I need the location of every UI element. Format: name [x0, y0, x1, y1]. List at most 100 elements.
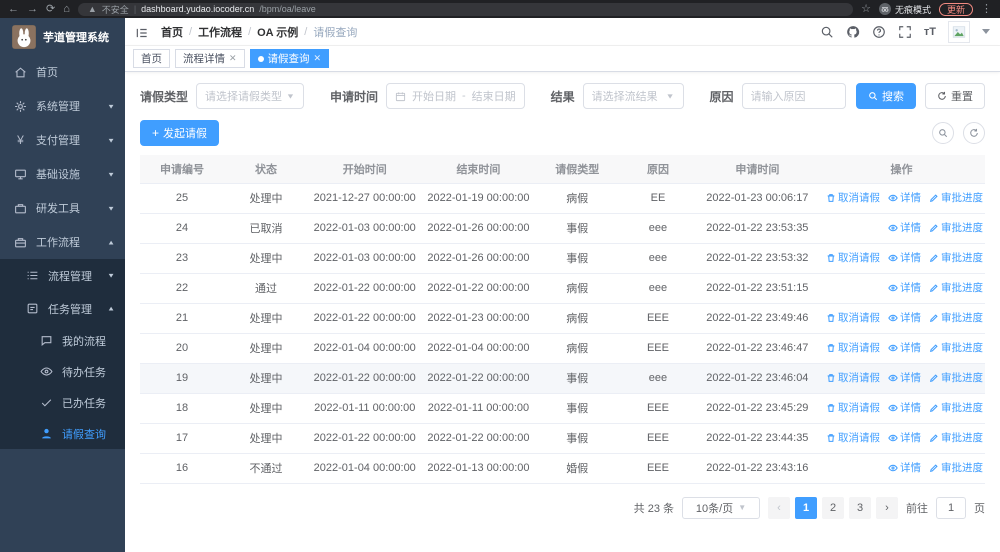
page-button-1[interactable]: 1 — [795, 496, 817, 519]
prev-page-button[interactable]: ‹ — [768, 496, 790, 519]
cancel-leave-link[interactable]: 取消请假 — [826, 250, 880, 265]
check-icon — [40, 396, 53, 409]
detail-link[interactable]: 详情 — [888, 220, 921, 235]
next-page-button[interactable]: › — [876, 496, 898, 519]
cancel-leave-link[interactable]: 取消请假 — [826, 190, 880, 205]
cancel-leave-link[interactable]: 取消请假 — [826, 400, 880, 415]
eye-icon — [888, 194, 898, 201]
security-warning-icon[interactable]: ▲ — [88, 4, 97, 14]
sidebar-item-done-tasks[interactable]: 已办任务 — [0, 387, 125, 418]
table-cell-原因: eee — [619, 273, 697, 304]
detail-link[interactable]: 详情 — [888, 430, 921, 445]
detail-link[interactable]: 详情 — [888, 310, 921, 325]
browser-forward-icon[interactable]: → — [27, 3, 38, 15]
approval-progress-link[interactable]: 审批进度 — [929, 250, 983, 265]
sidebar-item-system[interactable]: 系统管理 ▼ — [0, 89, 125, 123]
browser-menu-icon[interactable]: ⋮ — [981, 3, 992, 15]
detail-link[interactable]: 详情 — [888, 250, 921, 265]
page-button-2[interactable]: 2 — [822, 496, 844, 519]
refresh-table-button[interactable] — [963, 122, 985, 144]
detail-link[interactable]: 详情 — [888, 460, 921, 475]
reset-button[interactable]: 重置 — [925, 83, 985, 109]
table-cell-申请编号: 19 — [140, 363, 225, 394]
detail-link[interactable]: 详情 — [888, 340, 921, 355]
approval-progress-link[interactable]: 审批进度 — [929, 430, 983, 445]
tag-process-detail[interactable]: 流程详情 ✕ — [175, 49, 245, 68]
incognito-icon — [878, 3, 891, 15]
sidebar-item-task-management[interactable]: 任务管理 ▲ — [0, 292, 125, 325]
detail-link[interactable]: 详情 — [888, 280, 921, 295]
leave-type-select[interactable]: 请选择请假类型 ▼ — [196, 83, 304, 109]
sidebar-item-todo-tasks[interactable]: 待办任务 — [0, 356, 125, 387]
avatar[interactable] — [948, 20, 970, 43]
table-cell-结束时间: 2022-01-22 00:00:00 — [421, 423, 536, 454]
approval-progress-link[interactable]: 审批进度 — [929, 340, 983, 355]
approval-progress-link[interactable]: 审批进度 — [929, 190, 983, 205]
table-cell-申请时间: 2022-01-22 23:53:35 — [696, 213, 818, 244]
sidebar-collapse-icon[interactable] — [135, 26, 149, 38]
close-icon[interactable]: ✕ — [314, 53, 322, 64]
table-row: 16 不通过 2022-01-04 00:00:00 2022-01-13 00:00… — [140, 453, 985, 484]
browser-back-icon[interactable]: ← — [8, 3, 19, 15]
breadcrumb-item-oa-example[interactable]: OA 示例 — [257, 24, 298, 40]
sidebar-item-workflow[interactable]: 工作流程 ▲ — [0, 225, 125, 259]
detail-link[interactable]: 详情 — [888, 370, 921, 385]
cancel-leave-link[interactable]: 取消请假 — [826, 370, 880, 385]
create-leave-button[interactable]: + 发起请假 — [140, 120, 220, 146]
toggle-search-button[interactable] — [932, 122, 954, 144]
table-row: 19 处理中 2022-01-22 00:00:00 2022-01-22 00:00… — [140, 363, 985, 394]
browser-update-button[interactable]: 更新 — [938, 2, 973, 16]
cancel-leave-link[interactable]: 取消请假 — [826, 310, 880, 325]
cancel-leave-link[interactable]: 取消请假 — [826, 430, 880, 445]
page-size-select[interactable]: 10条/页 ▼ — [682, 496, 760, 519]
close-icon[interactable]: ✕ — [229, 53, 237, 64]
sidebar-item-dev-tools[interactable]: 研发工具 ▼ — [0, 191, 125, 225]
goto-page-input[interactable] — [936, 496, 966, 519]
search-icon[interactable] — [820, 25, 834, 39]
browser-home-icon[interactable]: ⌂ — [63, 3, 70, 15]
cancel-leave-link[interactable]: 取消请假 — [826, 340, 880, 355]
sidebar-item-payment[interactable]: ¥ 支付管理 ▼ — [0, 123, 125, 157]
sidebar-item-process-management[interactable]: 流程管理 ▼ — [0, 259, 125, 292]
eye-icon — [888, 314, 898, 321]
sidebar-item-leave-query[interactable]: 请假查询 — [0, 418, 125, 449]
main-area: 首页 / 工作流程 / OA 示例 / 请假查询 тT 首页 流程详情 ✕ 请假… — [125, 18, 1000, 552]
sidebar-item-infrastructure[interactable]: 基础设施 ▼ — [0, 157, 125, 191]
approval-progress-link[interactable]: 审批进度 — [929, 400, 983, 415]
sidebar-item-my-processes[interactable]: 我的流程 — [0, 325, 125, 356]
table-row: 18 处理中 2022-01-11 00:00:00 2022-01-11 00:00… — [140, 393, 985, 424]
detail-link[interactable]: 详情 — [888, 400, 921, 415]
font-size-icon[interactable]: тT — [924, 26, 936, 38]
address-bar[interactable]: ▲ 不安全 | dashboard.yudao.iocoder.cn/bpm/o… — [77, 2, 854, 16]
browser-reload-icon[interactable]: ⟳ — [46, 3, 55, 15]
help-icon[interactable] — [872, 25, 886, 39]
security-label: 不安全 — [101, 4, 129, 15]
table-cell-原因: EEE — [619, 393, 697, 424]
approval-progress-link[interactable]: 审批进度 — [929, 460, 983, 475]
search-button[interactable]: 搜索 — [856, 83, 916, 109]
sidebar-item-home[interactable]: 首页 — [0, 55, 125, 89]
apply-time-range-picker[interactable]: 开始日期 - 结束日期 — [385, 83, 525, 109]
page-button-3[interactable]: 3 — [849, 496, 871, 519]
approval-progress-link[interactable]: 审批进度 — [929, 310, 983, 325]
bookmark-star-icon[interactable]: ☆ — [861, 3, 871, 15]
approval-progress-link[interactable]: 审批进度 — [929, 220, 983, 235]
eye-icon — [888, 284, 898, 291]
breadcrumb-item-home[interactable]: 首页 — [161, 24, 183, 40]
table-cell-结束时间: 2022-01-22 00:00:00 — [421, 273, 536, 304]
github-icon[interactable] — [846, 25, 860, 39]
reason-input[interactable]: 请输入原因 — [741, 83, 846, 109]
approval-progress-link[interactable]: 审批进度 — [929, 280, 983, 295]
tag-home[interactable]: 首页 — [133, 49, 170, 68]
result-select[interactable]: 请选择流结果 ▼ — [582, 83, 684, 109]
row-actions: 详情 审批进度 — [817, 453, 985, 484]
refresh-icon — [938, 91, 946, 100]
avatar-caret-icon[interactable] — [982, 29, 990, 34]
search-icon — [869, 92, 878, 101]
tag-leave-query[interactable]: 请假查询 ✕ — [249, 49, 330, 68]
table-cell-结束时间: 2022-01-13 00:00:00 — [421, 453, 536, 484]
fullscreen-icon[interactable] — [898, 25, 912, 39]
approval-progress-link[interactable]: 审批进度 — [929, 370, 983, 385]
detail-link[interactable]: 详情 — [888, 190, 921, 205]
breadcrumb-item-workflow[interactable]: 工作流程 — [198, 24, 242, 40]
